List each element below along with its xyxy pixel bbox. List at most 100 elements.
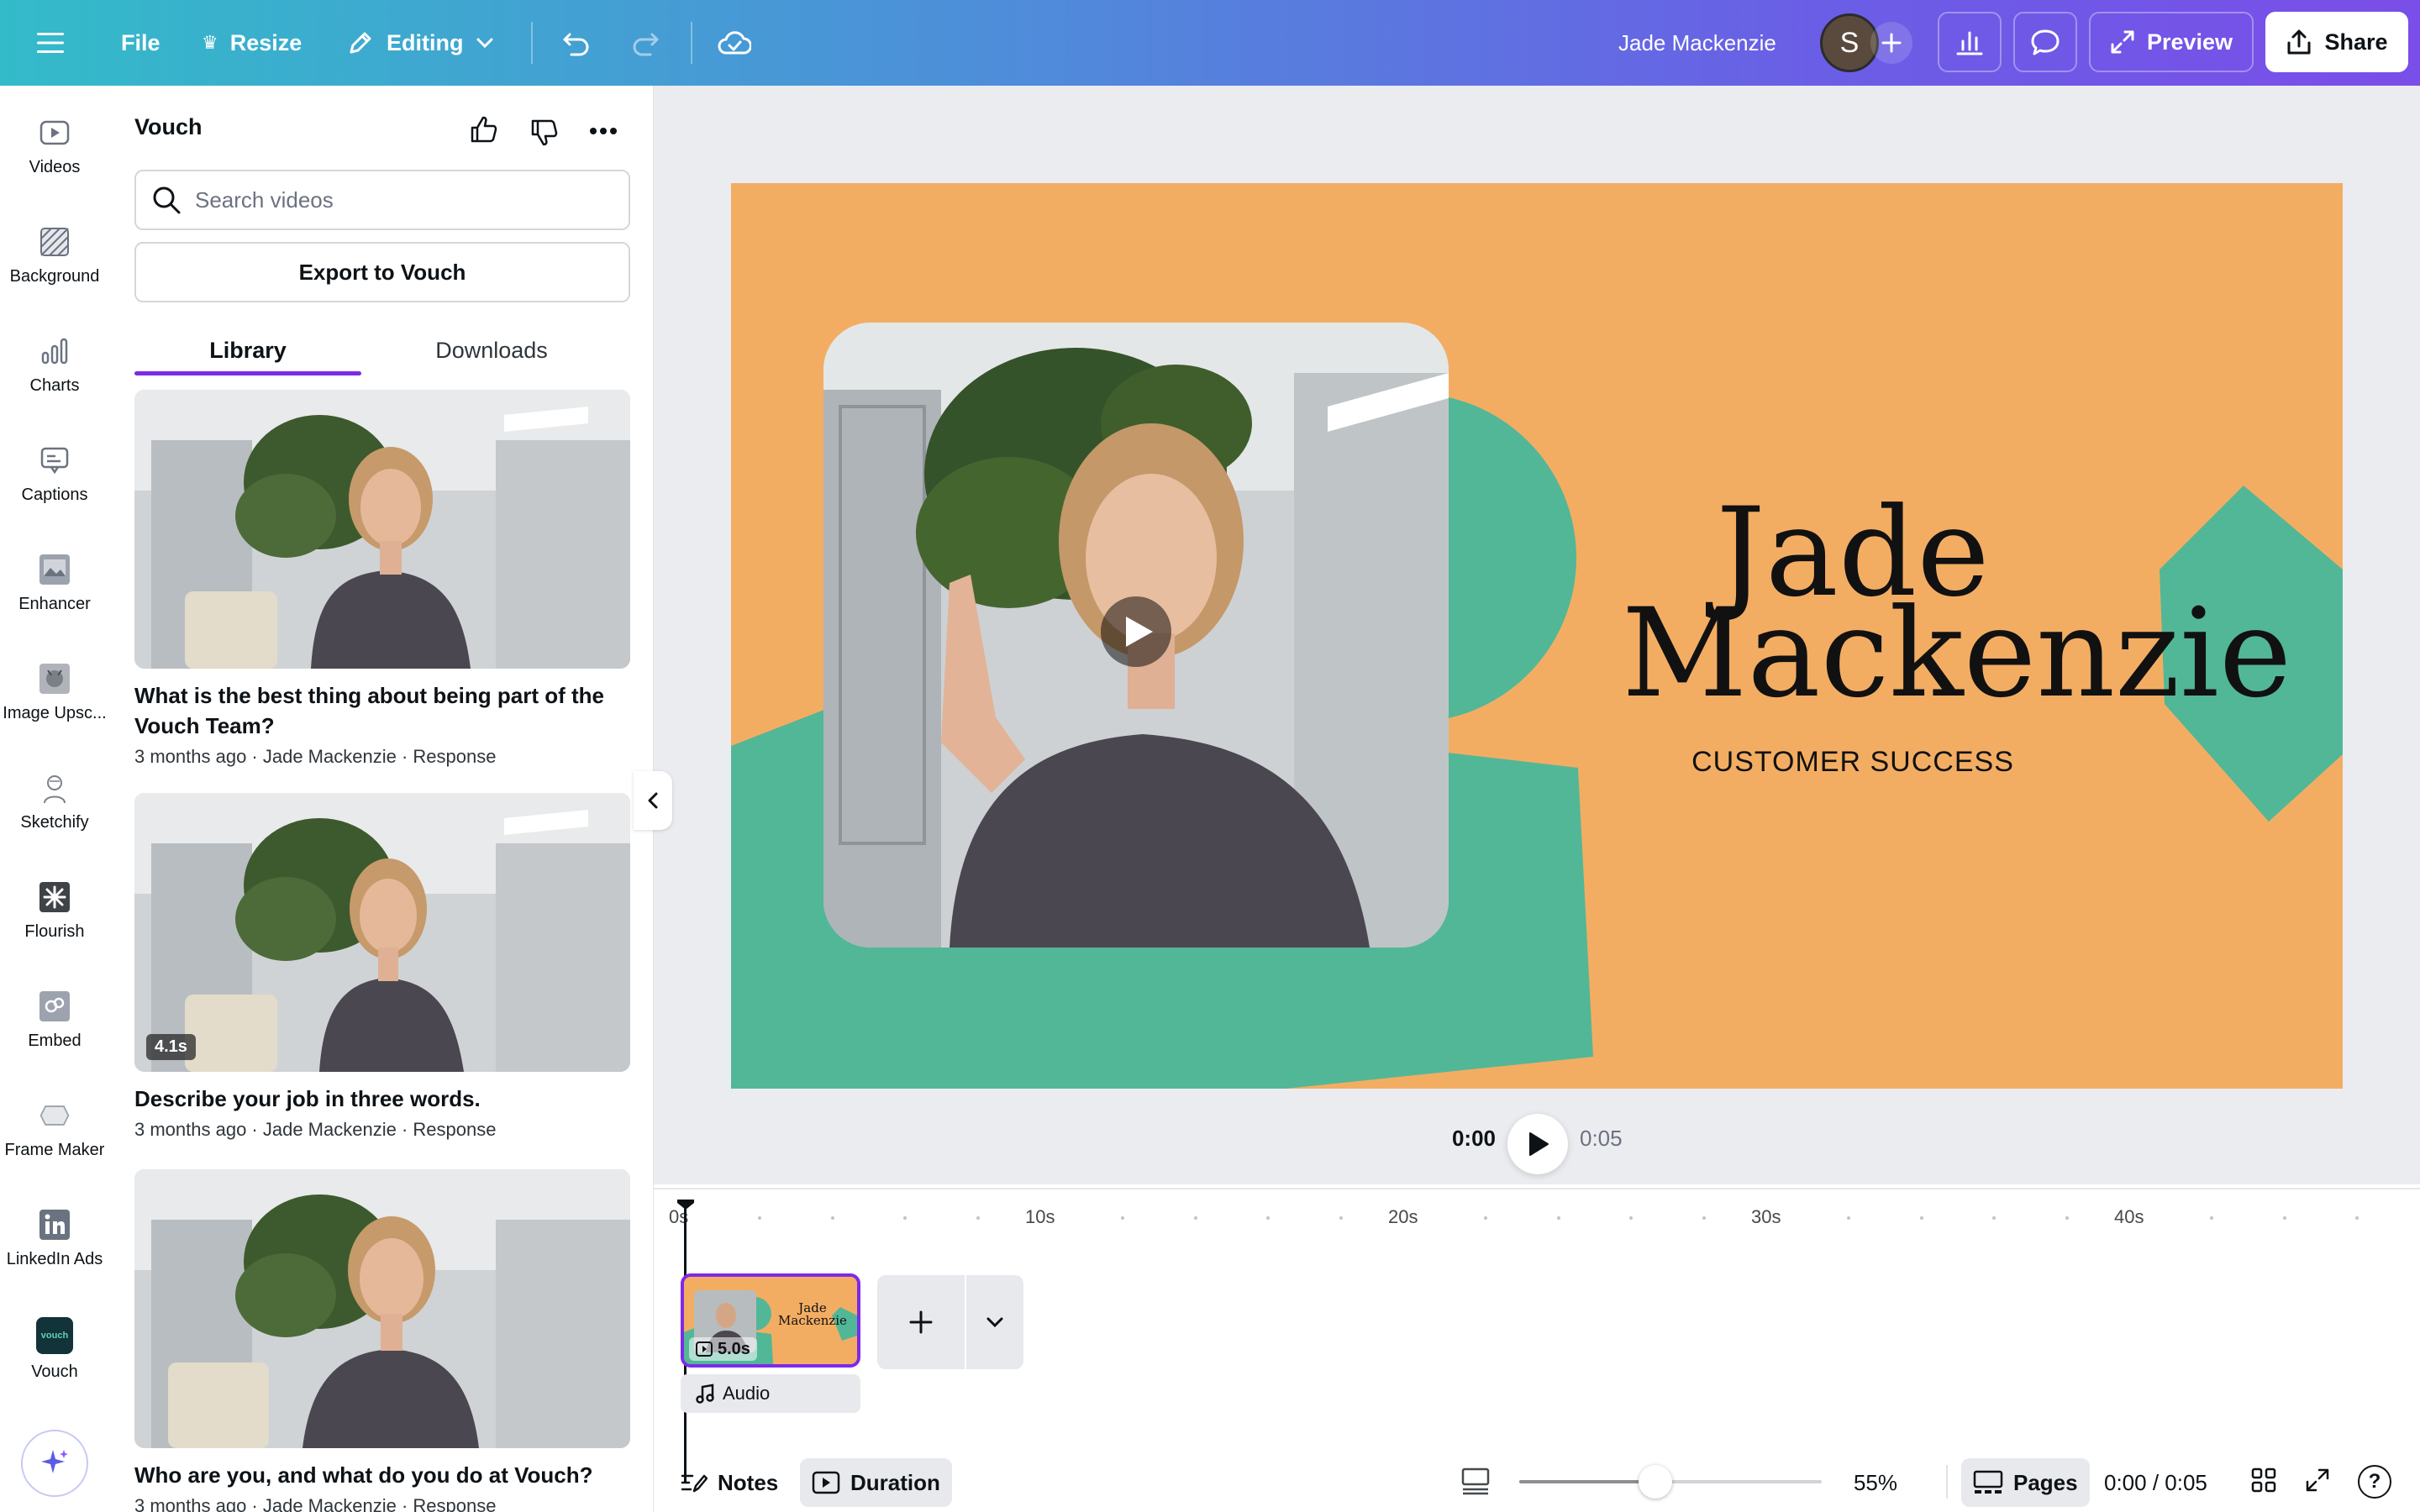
timeline-panel: 0s 10s 20s 30s 40s Jade Mackenzie 5.0s A… (654, 1184, 2420, 1512)
ruler-tick (1847, 1216, 1851, 1220)
collapse-panel-button[interactable] (634, 771, 672, 830)
grid-view-button[interactable] (2250, 1467, 2281, 1497)
video-card[interactable]: 4.1s Describe your job in three words. 3… (134, 793, 630, 1141)
rail-item-embed[interactable]: Embed (0, 990, 109, 1082)
hamburger-icon (37, 33, 64, 53)
insights-button[interactable] (1938, 12, 2002, 72)
rail-item-linkedin-ads[interactable]: LinkedIn Ads (0, 1208, 109, 1300)
video-meta: 3 months ago · Jade Mackenzie · Response (134, 1495, 497, 1512)
rail-item-charts[interactable]: Charts (0, 334, 109, 427)
background-icon (38, 225, 71, 259)
duration-button[interactable]: Duration (800, 1458, 952, 1507)
add-page-options-button[interactable] (966, 1275, 1023, 1369)
rail-item-image-upscaler[interactable]: Image Upsc... (0, 662, 109, 754)
resize-button[interactable]: ♛ Resize (202, 0, 302, 86)
enhancer-icon (38, 553, 71, 586)
ruler-tick (1193, 1216, 1197, 1220)
video-thumbnail[interactable]: 4.1s (134, 793, 630, 1072)
rail-item-captions[interactable]: Captions (0, 444, 109, 536)
presenter-video (823, 323, 1449, 948)
video-meta: 3 months ago · Jade Mackenzie · Response (134, 1119, 497, 1140)
clip-title: Jade Mackenzie (778, 1300, 847, 1328)
pages-button[interactable]: Pages (1961, 1458, 2090, 1507)
document-owner-name[interactable]: Jade Mackenzie (1618, 0, 1776, 86)
timeline-divider (654, 1188, 2420, 1189)
video-title: Who are you, and what do you do at Vouch… (134, 1462, 593, 1488)
tick-10s: 10s (1025, 1206, 1055, 1227)
ruler-tick (1121, 1216, 1125, 1220)
tick-40s: 40s (2114, 1206, 2144, 1227)
time-readout: 0:00 / 0:05 (2104, 1470, 2207, 1495)
timeline-clip[interactable]: Jade Mackenzie 5.0s (681, 1273, 860, 1368)
video-title: What is the best thing about being part … (134, 683, 604, 738)
chevron-down-icon (476, 38, 493, 49)
more-options-button[interactable] (585, 113, 622, 150)
search-input[interactable] (195, 186, 598, 213)
zoom-slider-handle[interactable] (1639, 1465, 1672, 1499)
redo-button[interactable] (630, 0, 660, 86)
toolbar-divider (691, 22, 692, 64)
main-video-frame[interactable] (823, 323, 1449, 948)
share-button[interactable]: Share (2265, 12, 2408, 72)
design-page[interactable]: Jade Mackenzie CUSTOMER SUCCESS (731, 183, 2343, 1089)
grid-icon (2251, 1467, 2276, 1493)
video-thumbnail[interactable] (134, 1169, 630, 1448)
play-button[interactable] (1507, 1114, 1568, 1174)
search-box[interactable] (134, 170, 630, 230)
chevron-down-icon (986, 1317, 1003, 1328)
editing-mode-button[interactable]: Editing (346, 0, 495, 86)
comments-button[interactable] (2013, 12, 2077, 72)
ruler-tick (2282, 1216, 2286, 1220)
zoom-level[interactable]: 55% (1839, 1470, 1897, 1496)
video-card[interactable]: Who are you, and what do you do at Vouch… (134, 1169, 630, 1512)
view-toggle-button[interactable] (1460, 1467, 1491, 1497)
rail-item-enhancer[interactable]: Enhancer (0, 553, 109, 645)
preview-button[interactable]: Preview (2089, 12, 2254, 72)
invite-button[interactable] (1870, 22, 1912, 64)
add-page-button[interactable] (877, 1275, 965, 1369)
video-card[interactable]: What is the best thing about being part … (134, 390, 630, 768)
export-to-vouch-button[interactable]: Export to Vouch (134, 242, 630, 302)
fullscreen-button[interactable] (2304, 1467, 2334, 1497)
panel-title: Vouch (134, 114, 203, 139)
thumbs-up-button[interactable] (466, 111, 502, 148)
rail-item-flourish[interactable]: Flourish (0, 880, 109, 973)
rail-item-sketchify[interactable]: Sketchify (0, 771, 109, 864)
rail-item-frame-maker[interactable]: Frame Maker (0, 1099, 109, 1191)
share-upload-icon (2287, 29, 2311, 55)
thumbs-down-button[interactable] (526, 114, 563, 151)
rail-item-vouch[interactable]: vouch Vouch (0, 1317, 109, 1410)
magic-assistant-button[interactable] (21, 1430, 88, 1497)
video-icon (696, 1341, 713, 1357)
rail-item-background[interactable]: Background (0, 225, 109, 318)
slide-name-heading[interactable]: Jade Mackenzie (1622, 491, 2291, 715)
tick-30s: 30s (1751, 1206, 1781, 1227)
tab-downloads[interactable]: Downloads (378, 321, 605, 380)
ruler-tick (1339, 1216, 1343, 1220)
slide-role-text[interactable]: CUSTOMER SUCCESS (1622, 746, 2084, 779)
vouch-icon: vouch (36, 1317, 73, 1354)
undo-button[interactable] (561, 0, 592, 86)
main-menu-button[interactable] (37, 0, 64, 86)
file-menu-button[interactable]: File (121, 0, 160, 86)
cloud-save-status[interactable] (718, 0, 751, 86)
sketch-icon (38, 771, 71, 805)
audio-track[interactable]: Audio (681, 1374, 860, 1413)
rail-item-videos[interactable]: Videos (0, 116, 109, 208)
sparkle-icon (41, 1450, 68, 1473)
pencil-icon (350, 32, 371, 54)
help-button[interactable]: ? (2358, 1465, 2391, 1499)
thumbs-up-icon (471, 116, 497, 143)
notes-button[interactable]: Notes (669, 1458, 790, 1507)
current-time: 0:00 (1451, 1126, 1496, 1151)
video-meta: 3 months ago · Jade Mackenzie · Response (134, 746, 497, 767)
video-icon (812, 1471, 840, 1494)
top-bar: File ♛ Resize Editing Jade Mackenzie S P… (0, 0, 2420, 86)
chevron-left-icon (648, 792, 658, 809)
thumbs-down-icon (531, 119, 558, 146)
help-icon: ? (2368, 1470, 2381, 1493)
video-thumbnail[interactable] (134, 390, 630, 669)
tick-20s: 20s (1388, 1206, 1418, 1227)
ruler-tick (1702, 1216, 1706, 1220)
embed-icon (38, 990, 71, 1023)
